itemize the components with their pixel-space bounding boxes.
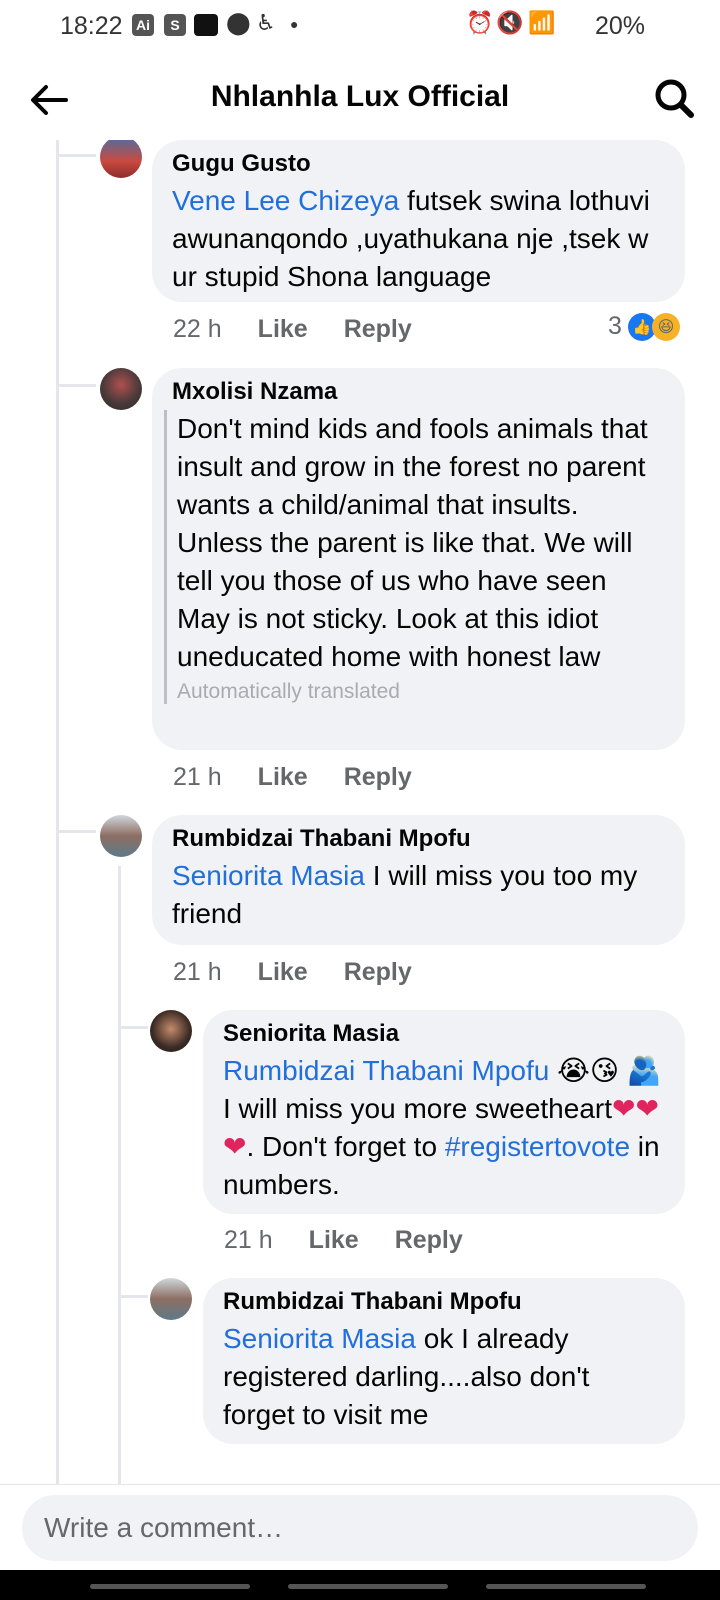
mention-link[interactable]: Rumbidzai Thabani Mpofu	[223, 1055, 549, 1086]
wifi-icon: 📶	[528, 10, 556, 35]
thread-line	[118, 866, 121, 1485]
crying-emoji-icon: 😭😘	[557, 1054, 620, 1087]
comment-author[interactable]: Mxolisi Nzama	[172, 378, 665, 406]
system-nav-bar	[0, 1570, 720, 1600]
comment-input[interactable]	[22, 1495, 698, 1561]
location-icon: ⬤	[226, 10, 251, 35]
nav-home-button[interactable]	[288, 1584, 448, 1589]
comment-author[interactable]: Rumbidzai Thabani Mpofu	[172, 825, 665, 853]
comment-actions: 21 h Like Reply	[224, 1226, 463, 1255]
comment-time: 22 h	[173, 315, 222, 343]
avatar[interactable]	[150, 1010, 192, 1052]
comment-text: Don't mind kids and fools animals that i…	[177, 413, 648, 672]
nav-back-button[interactable]	[486, 1584, 646, 1589]
top-bar: Nhlanhla Lux Official	[0, 60, 720, 140]
avatar[interactable]	[100, 368, 142, 410]
reply-button[interactable]: Reply	[395, 1226, 463, 1255]
reply-button[interactable]: Reply	[344, 958, 412, 987]
alarm-icon: ⏰	[466, 10, 494, 35]
comment-time: 21 h	[173, 763, 222, 791]
comment-text: Seniorita Masia ok I already registered …	[223, 1320, 665, 1434]
thread-branch	[118, 1026, 148, 1029]
comment-body: I will miss you more sweetheart	[223, 1093, 613, 1124]
comment-text: Seniorita Masia I will miss you too my f…	[172, 857, 665, 933]
avatar[interactable]	[100, 140, 142, 178]
dot-icon: ●	[290, 16, 299, 32]
accessibility-icon: ♿	[256, 10, 276, 35]
comment-text: Rumbidzai Thabani Mpofu 😭😘 🫂 I will miss …	[223, 1052, 665, 1204]
ai-icon: Ai	[132, 14, 154, 36]
thread-branch	[118, 1295, 148, 1298]
page-title: Nhlanhla Lux Official	[210, 80, 510, 113]
comment-bubble: Seniorita Masia Rumbidzai Thabani Mpofu …	[203, 1010, 685, 1214]
comment-bubble: Rumbidzai Thabani Mpofu Seniorita Masia …	[203, 1278, 685, 1444]
avatar[interactable]	[150, 1278, 192, 1320]
avatar[interactable]	[100, 815, 142, 857]
mention-link[interactable]: Vene Lee Chizeya	[172, 185, 399, 216]
reply-button[interactable]: Reply	[344, 763, 412, 792]
reply-button[interactable]: Reply	[344, 315, 412, 344]
status-bar: 18:22 Ai S ⬤ ♿ ● ⏰ 🔇 📶 20%	[0, 0, 720, 54]
search-icon[interactable]	[652, 76, 696, 120]
nav-recent-button[interactable]	[90, 1584, 250, 1589]
mention-link[interactable]: Seniorita Masia	[172, 860, 365, 891]
app-icon	[194, 14, 218, 36]
comment-bubble: Gugu Gusto Vene Lee Chizeya futsek swina…	[152, 140, 685, 302]
comment-time: 21 h	[173, 958, 222, 986]
like-button[interactable]: Like	[258, 763, 308, 792]
s-icon: S	[164, 14, 186, 36]
battery-level: 20%	[595, 12, 646, 40]
reaction-count: 3	[608, 312, 622, 340]
thread-branch	[56, 154, 96, 157]
translation-note[interactable]: Automatically translated	[177, 680, 665, 704]
people-hugging-emoji-icon: 🫂	[626, 1054, 662, 1087]
status-time: 18:22	[60, 12, 123, 40]
comment-actions: 21 h Like Reply	[173, 958, 412, 987]
comment-author[interactable]: Rumbidzai Thabani Mpofu	[223, 1288, 665, 1316]
haha-reaction-icon: 😆	[651, 312, 680, 341]
comment-thread[interactable]: Gugu Gusto Vene Lee Chizeya futsek swina…	[0, 140, 720, 1485]
thread-line	[56, 140, 59, 1485]
like-button[interactable]: Like	[309, 1226, 359, 1255]
comment-bubble: Rumbidzai Thabani Mpofu Seniorita Masia …	[152, 815, 685, 945]
thread-branch	[56, 830, 96, 833]
comment-time: 21 h	[224, 1226, 273, 1254]
comment-author[interactable]: Gugu Gusto	[172, 150, 665, 178]
mute-icon: 🔇	[496, 10, 524, 35]
hashtag-link[interactable]: #registertovote	[445, 1131, 630, 1162]
mention-link[interactable]: Seniorita Masia	[223, 1323, 416, 1354]
like-button[interactable]: Like	[258, 315, 308, 344]
comment-body: . Don't forget to	[246, 1131, 445, 1162]
comment-bubble: Mxolisi Nzama Don't mind kids and fools …	[152, 368, 685, 750]
translated-block: Don't mind kids and fools animals that i…	[164, 410, 665, 704]
reaction-summary[interactable]: 3 👍 😆	[608, 312, 680, 341]
like-button[interactable]: Like	[258, 958, 308, 987]
thread-branch	[56, 384, 96, 387]
comment-text: Vene Lee Chizeya futsek swina lothuvi aw…	[172, 182, 665, 296]
comment-actions: 21 h Like Reply	[173, 763, 412, 792]
comment-author[interactable]: Seniorita Masia	[223, 1020, 665, 1048]
comment-actions: 22 h Like Reply	[173, 315, 412, 344]
comment-composer	[0, 1484, 720, 1571]
